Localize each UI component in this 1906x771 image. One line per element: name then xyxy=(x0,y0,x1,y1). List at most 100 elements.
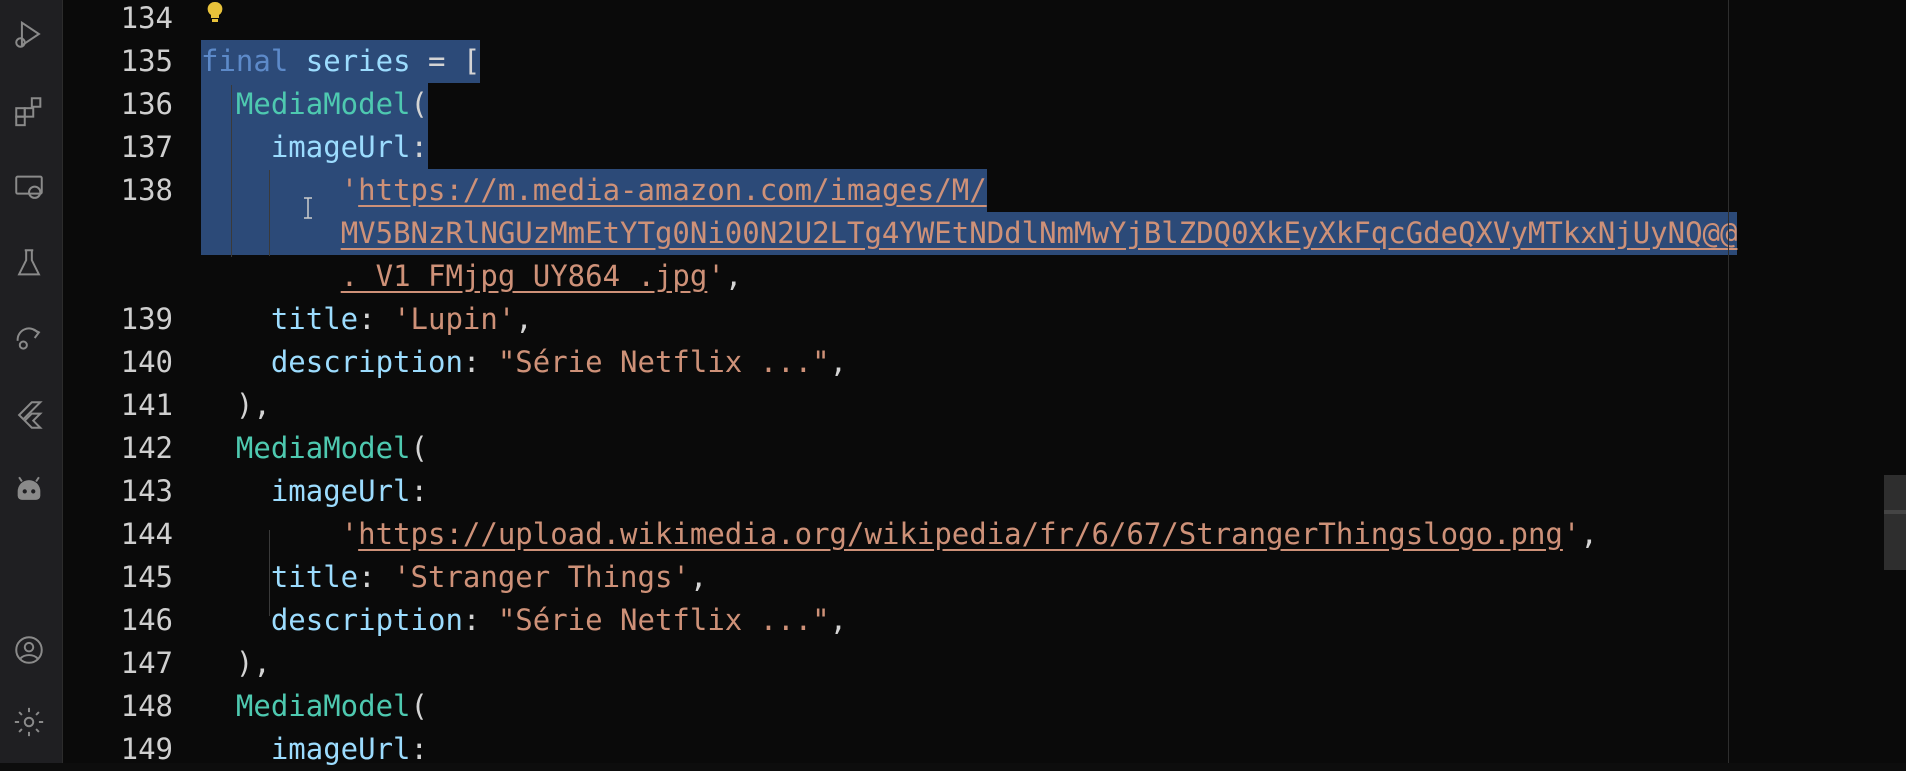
code-line[interactable]: description: "Série Netflix ...", xyxy=(201,599,847,642)
indent-guide xyxy=(231,85,232,257)
code-line[interactable]: imageUrl: xyxy=(201,126,428,169)
settings-icon[interactable] xyxy=(9,702,49,742)
line-number: 143 xyxy=(120,474,173,508)
code-token: ( xyxy=(410,431,428,465)
code-line[interactable]: MediaModel( xyxy=(201,685,428,728)
code-line[interactable]: final series = [ xyxy=(201,40,481,83)
scrollbar-marker xyxy=(1884,510,1906,514)
line-number: 139 xyxy=(120,302,173,336)
code-line[interactable]: title: 'Stranger Things', xyxy=(201,556,708,599)
android-icon[interactable] xyxy=(9,470,49,510)
line-number: 142 xyxy=(120,431,173,465)
code-token: ' xyxy=(340,517,359,551)
code-token: , xyxy=(724,259,743,293)
remote-explorer-icon[interactable] xyxy=(9,168,49,208)
code-token: https://upload.wikimedia.org/wikipedia/f… xyxy=(358,517,1563,551)
code-token: imageUrl xyxy=(270,130,411,164)
line-number: 137 xyxy=(120,130,173,164)
line-number: 135 xyxy=(120,44,173,78)
run-debug-icon[interactable] xyxy=(9,14,49,54)
indent-guide xyxy=(269,530,270,616)
code-token: MV5BNzRlNGUzMmEtYTg0Ni00N2U2LTg4YWEtNDdl… xyxy=(340,216,1738,250)
code-token: : xyxy=(358,302,394,336)
code-token: : xyxy=(410,732,428,766)
code-line[interactable]: ), xyxy=(201,642,271,685)
code-token: description xyxy=(270,603,463,637)
code-token: imageUrl xyxy=(270,474,411,508)
code-token: ( xyxy=(410,689,428,723)
line-number xyxy=(63,255,173,298)
code-token: MediaModel xyxy=(235,689,411,723)
code-line[interactable]: MediaModel( xyxy=(201,83,428,126)
code-token: "Série Netflix ..." xyxy=(497,603,830,637)
activity-bar xyxy=(0,0,63,763)
code-token: , xyxy=(1580,517,1598,551)
code-token: ), xyxy=(201,388,271,422)
code-token: MediaModel xyxy=(235,87,411,121)
line-number: 134 xyxy=(120,1,173,35)
code-line[interactable]: MediaModel( xyxy=(201,427,428,470)
indent-guide xyxy=(269,170,270,256)
code-token: title xyxy=(270,560,359,594)
line-number: 146 xyxy=(120,603,173,637)
source-control-sync-icon[interactable] xyxy=(9,318,49,358)
line-number: 141 xyxy=(120,388,173,422)
code-token: : xyxy=(410,130,428,164)
code-token: title xyxy=(270,302,359,336)
code-line[interactable]: 'https://upload.wikimedia.org/wikipedia/… xyxy=(201,513,1598,556)
line-number xyxy=(63,212,173,255)
code-token: 'Stranger Things' xyxy=(393,560,690,594)
code-line[interactable]: 'https://m.media-amazon.com/images/M/ xyxy=(201,169,987,212)
code-token: imageUrl xyxy=(270,732,411,766)
code-token: , xyxy=(829,345,848,379)
code-line[interactable]: imageUrl: xyxy=(201,470,428,513)
line-number-gutter: 134 135 136 137 138 139 140 141 142 143 144 145 146 1… xyxy=(63,0,173,766)
code-token: ' xyxy=(1562,517,1581,551)
code-token: = [ xyxy=(410,44,481,78)
code-token: 'Lupin' xyxy=(393,302,516,336)
code-token: final xyxy=(201,44,289,78)
code-token: , xyxy=(515,302,533,336)
text-cursor-icon xyxy=(304,197,312,219)
flutter-icon[interactable] xyxy=(9,395,49,435)
code-editor[interactable]: 134 135 136 137 138 139 140 141 142 143 144 145 146 1… xyxy=(63,0,1906,766)
code-line[interactable]: ._V1_FMjpg_UY864_.jpg', xyxy=(201,255,743,298)
code-token: https://m.media-amazon.com/images/M/ xyxy=(358,173,987,207)
code-token: "Série Netflix ..." xyxy=(497,345,830,379)
code-area[interactable]: final series = [ MediaModel( imageUrl: '… xyxy=(201,0,1906,766)
code-token: ._V1_FMjpg_UY864_.jpg xyxy=(340,259,708,293)
code-line[interactable]: imageUrl: xyxy=(201,728,428,771)
line-number: 140 xyxy=(120,345,173,379)
code-token: , xyxy=(689,560,708,594)
line-number: 138 xyxy=(120,173,173,207)
line-number: 148 xyxy=(120,689,173,723)
code-token: series xyxy=(305,44,411,78)
line-number: 149 xyxy=(120,732,173,766)
code-token: ), xyxy=(201,646,271,680)
code-token: : xyxy=(410,474,428,508)
scrollbar-thumb[interactable] xyxy=(1884,475,1906,570)
code-line[interactable]: description: "Série Netflix ...", xyxy=(201,341,847,384)
code-line[interactable]: ), xyxy=(201,384,271,427)
line-number: 145 xyxy=(120,560,173,594)
code-line[interactable]: MV5BNzRlNGUzMmEtYTg0Ni00N2U2LTg4YWEtNDdl… xyxy=(201,212,1738,255)
code-token: : xyxy=(462,345,498,379)
testing-icon[interactable] xyxy=(9,243,49,283)
code-line[interactable]: title: 'Lupin', xyxy=(201,298,533,341)
extensions-icon[interactable] xyxy=(9,91,49,131)
code-token: : xyxy=(462,603,498,637)
code-token: ' xyxy=(340,173,359,207)
account-icon[interactable] xyxy=(9,630,49,670)
code-token: ' xyxy=(707,259,725,293)
